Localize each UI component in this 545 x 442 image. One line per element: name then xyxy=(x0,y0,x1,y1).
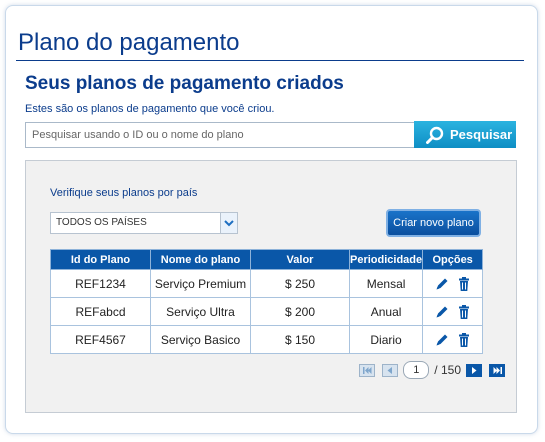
last-page-button[interactable] xyxy=(489,363,505,377)
pencil-icon[interactable] xyxy=(435,305,449,319)
trash-icon[interactable] xyxy=(458,304,470,319)
title-divider xyxy=(16,60,524,61)
trash-icon[interactable] xyxy=(458,276,470,291)
table-header-row: Id do Plano Nome do plano Valor Periodic… xyxy=(50,249,484,270)
header-periodicity[interactable]: Periodicidade xyxy=(348,249,424,270)
cell-value: $ 200 xyxy=(250,297,350,326)
table-row: REF1234 Serviço Premium $ 250 Mensal xyxy=(50,269,484,298)
cell-value: $ 250 xyxy=(250,269,350,298)
cell-periodicity: Mensal xyxy=(348,269,424,298)
trash-icon[interactable] xyxy=(458,332,470,347)
country-filter-label: Verifique seus planos por país xyxy=(50,187,198,199)
cell-options xyxy=(422,297,484,326)
prev-page-icon xyxy=(387,366,393,374)
header-plan-id[interactable]: Id do Plano xyxy=(50,249,151,270)
country-select-value: TODOS OS PAÍSES xyxy=(56,217,147,228)
first-page-button[interactable] xyxy=(359,363,376,377)
cell-periodicity: Anual xyxy=(348,297,424,326)
cell-plan-name: Serviço Premium xyxy=(150,269,251,298)
create-plan-button[interactable]: Criar novo plano xyxy=(386,209,481,237)
next-page-icon xyxy=(472,366,477,374)
table-row: REFabcd Serviço Ultra $ 200 Anual xyxy=(50,297,484,326)
cell-periodicity: Diario xyxy=(348,325,424,354)
search-input[interactable] xyxy=(25,122,417,148)
table-row: REF4567 Serviço Basico $ 150 Diario xyxy=(50,325,484,354)
cell-plan-id: REFabcd xyxy=(50,297,151,326)
cell-value: $ 150 xyxy=(250,325,350,354)
plans-panel: Verifique seus planos por país TODOS OS … xyxy=(25,160,517,413)
header-options: Opções xyxy=(422,249,484,270)
cell-options xyxy=(422,325,484,354)
page-number-input[interactable]: 1 xyxy=(403,361,430,379)
pagination: 1 / 150 xyxy=(359,361,505,379)
cell-plan-name: Serviço Ultra xyxy=(150,297,251,326)
header-value[interactable]: Valor xyxy=(250,249,350,270)
first-page-icon xyxy=(362,366,372,374)
pencil-icon[interactable] xyxy=(435,277,449,291)
plans-table: Id do Plano Nome do plano Valor Periodic… xyxy=(50,249,484,354)
pencil-icon[interactable] xyxy=(435,333,449,347)
prev-page-button[interactable] xyxy=(382,363,399,377)
country-select[interactable]: TODOS OS PAÍSES xyxy=(50,212,238,234)
header-plan-name[interactable]: Nome do plano xyxy=(150,249,251,270)
cell-plan-id: REF4567 xyxy=(50,325,151,354)
search-icon xyxy=(426,126,444,144)
search-button[interactable]: Pesquisar xyxy=(414,121,516,148)
chevron-down-icon xyxy=(220,213,237,233)
search-button-label: Pesquisar xyxy=(450,127,513,142)
page-total: / 150 xyxy=(434,363,461,377)
intro-text: Estes são os planos de pagamento que voc… xyxy=(25,103,275,115)
section-subtitle: Seus planos de pagamento criados xyxy=(25,73,344,94)
last-page-icon xyxy=(493,366,502,374)
cell-plan-id: REF1234 xyxy=(50,269,151,298)
page-title: Plano do pagamento xyxy=(18,29,240,56)
next-page-button[interactable] xyxy=(466,363,482,377)
cell-options xyxy=(422,269,484,298)
cell-plan-name: Serviço Basico xyxy=(150,325,251,354)
